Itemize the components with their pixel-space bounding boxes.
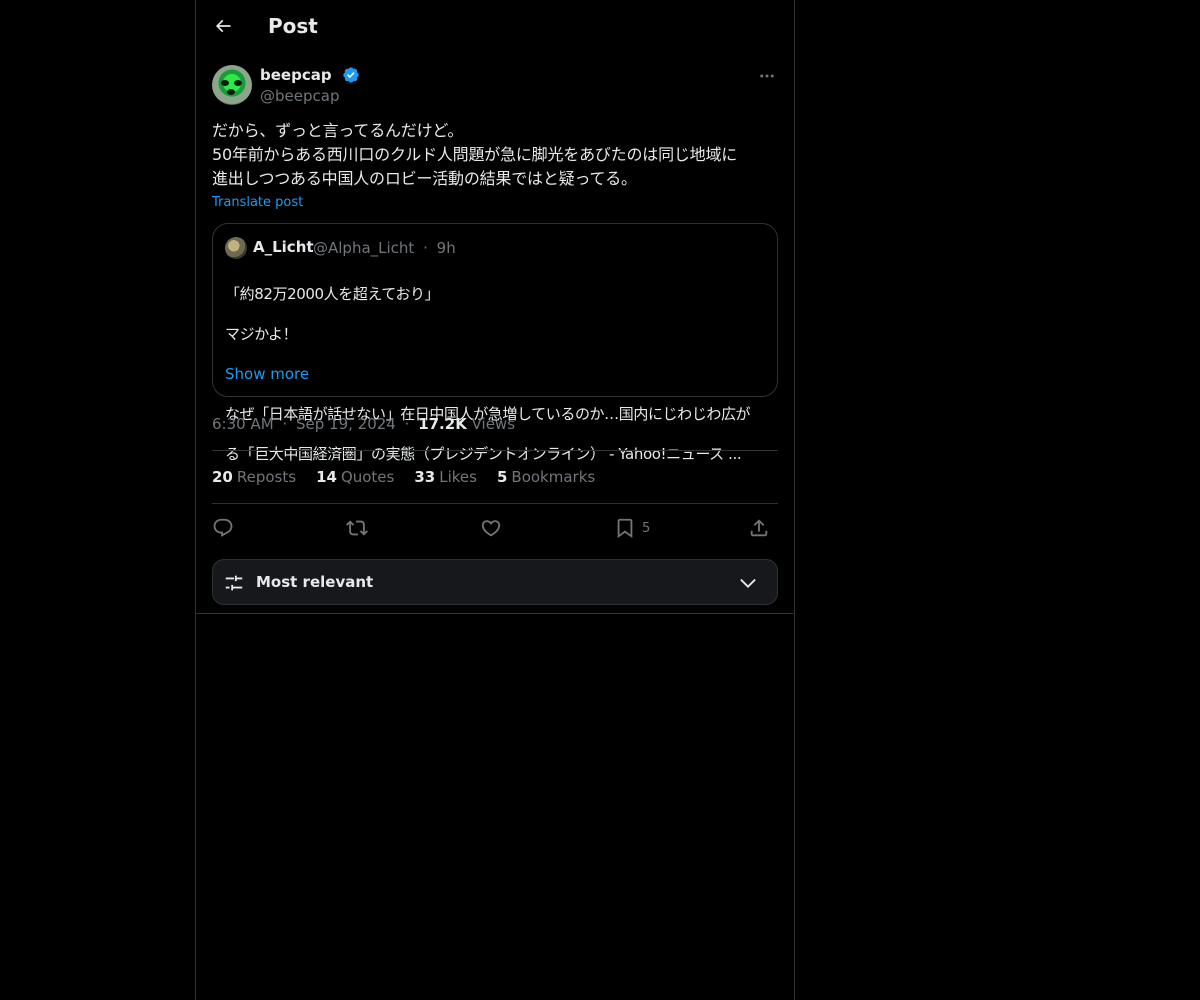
stat-label: Quotes xyxy=(340,468,395,486)
quote-separator: · xyxy=(423,239,428,257)
author-avatar[interactable] xyxy=(212,65,252,105)
post-meta: 6:30 AM · Sep 19, 2024 · 17.2K Views xyxy=(212,414,515,434)
quote-line: 「約82万2000人を超えており」 xyxy=(225,285,440,303)
stat-label: Reposts xyxy=(236,468,297,486)
repost-icon xyxy=(346,517,368,539)
repost-button[interactable] xyxy=(346,514,368,542)
meta-separator: · xyxy=(404,415,410,433)
stat-count: 5 xyxy=(496,468,508,486)
quotes-stat[interactable]: 14 Quotes xyxy=(316,467,394,487)
primary-column: Post beepcap @beepcap だから、ずっと言ってるんだけど。 5… xyxy=(195,0,795,1000)
verified-badge-icon xyxy=(342,66,360,84)
quote-line: マジかよ！ xyxy=(225,325,298,343)
more-options-button[interactable] xyxy=(756,65,778,87)
quote-time: 9h xyxy=(436,239,456,257)
quote-author-handle: @Alpha_Licht xyxy=(313,239,415,257)
post-date[interactable]: Sep 19, 2024 xyxy=(296,415,396,433)
reply-button[interactable] xyxy=(212,514,234,542)
author-handle[interactable]: @beepcap xyxy=(260,86,339,106)
show-more-link[interactable]: Show more xyxy=(225,364,309,384)
stat-count: 14 xyxy=(316,468,337,486)
quote-author-meta: @Alpha_Licht · 9h xyxy=(313,238,456,258)
post-actions: 5 xyxy=(212,514,778,542)
sort-label: Most relevant xyxy=(256,573,374,591)
heart-icon xyxy=(480,517,502,539)
more-dots-icon xyxy=(758,67,776,85)
translate-post-link[interactable]: Translate post xyxy=(212,194,303,212)
stat-label: Likes xyxy=(439,468,477,486)
back-button[interactable] xyxy=(208,11,238,41)
stat-count: 20 xyxy=(212,468,233,486)
quoted-post[interactable]: A_Licht @Alpha_Licht · 9h 「約82万2000人を超えて… xyxy=(212,223,778,463)
post-author: beepcap @beepcap xyxy=(212,65,778,107)
chevron-down-icon xyxy=(737,572,759,594)
bookmark-count: 5 xyxy=(642,520,651,536)
stat-count: 33 xyxy=(414,468,436,486)
post-stats: 20 Reposts 14 Quotes 33 Likes 5 Bookmarks xyxy=(212,467,595,487)
sliders-icon xyxy=(223,572,245,594)
reply-icon xyxy=(212,517,234,539)
reply-sort-dropdown[interactable]: Most relevant xyxy=(212,559,778,605)
quote-line: る「巨大中国経済圏」の実態（プレジデントオンライン） - Yahoo!ニュース … xyxy=(225,445,742,463)
arrow-left-icon xyxy=(213,16,233,36)
meta-separator: · xyxy=(282,415,288,433)
divider xyxy=(212,503,778,504)
views-count: 17.2K xyxy=(418,415,467,433)
views-label: Views xyxy=(471,415,516,433)
divider xyxy=(212,450,778,451)
share-button[interactable] xyxy=(748,514,770,542)
like-button[interactable] xyxy=(480,514,502,542)
bookmark-button[interactable]: 5 xyxy=(614,514,650,542)
quote-author-display-name: A_Licht xyxy=(253,238,314,256)
page-title: Post xyxy=(268,14,318,38)
bookmarks-stat[interactable]: 5 Bookmarks xyxy=(497,467,595,487)
section-divider xyxy=(196,613,794,614)
stat-label: Bookmarks xyxy=(511,468,596,486)
reposts-stat[interactable]: 20 Reposts xyxy=(212,467,296,487)
post-time[interactable]: 6:30 AM xyxy=(212,415,274,433)
likes-stat[interactable]: 33 Likes xyxy=(414,467,477,487)
author-display-name[interactable]: beepcap xyxy=(260,65,332,85)
share-icon xyxy=(748,517,770,539)
header: Post xyxy=(196,0,794,53)
post-text: だから、ずっと言ってるんだけど。 50年前からある西川口のクルド人問題が急に脚光… xyxy=(212,121,738,188)
bookmark-icon xyxy=(614,517,636,539)
quote-author-avatar xyxy=(225,237,247,259)
